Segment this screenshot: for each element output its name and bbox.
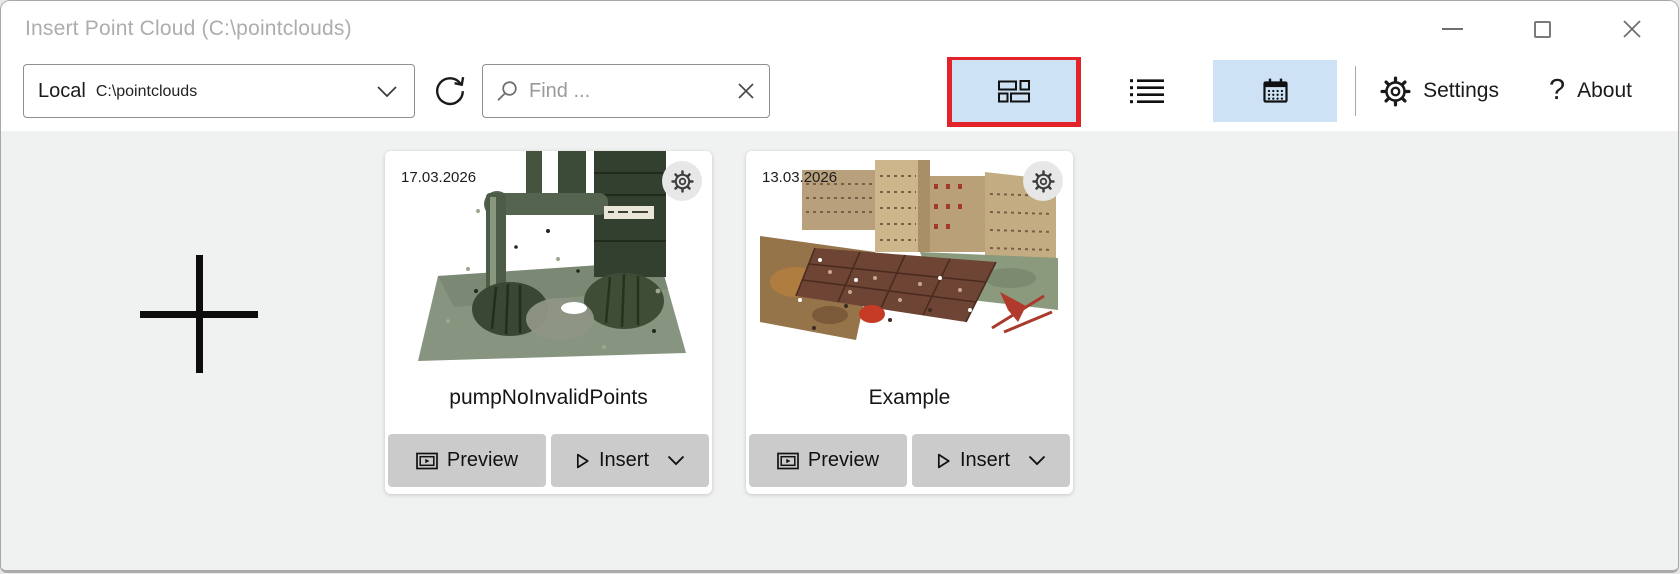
close-button[interactable] [1620, 17, 1644, 41]
window-controls [1440, 1, 1644, 57]
location-dropdown[interactable]: Local C:\pointclouds [23, 64, 415, 118]
gear-icon [671, 170, 694, 193]
question-mark-icon: ? [1549, 76, 1565, 105]
location-path: C:\pointclouds [96, 83, 197, 101]
calendar-view-button[interactable] [1213, 60, 1337, 122]
settings-button[interactable]: Settings [1376, 70, 1503, 113]
card-actions: Preview Insert [388, 434, 709, 487]
chevron-down-icon [667, 455, 685, 466]
chevron-down-icon [376, 85, 398, 98]
minimize-button[interactable] [1440, 17, 1464, 41]
view-mode-buttons [947, 55, 1337, 127]
calendar-view-icon [1261, 77, 1290, 106]
toolbar-divider [1355, 66, 1356, 116]
content-area: 17.03.2026 [1, 131, 1678, 573]
card-title: pumpNoInvalidPoints [385, 386, 712, 410]
gear-icon [1032, 170, 1055, 193]
chevron-down-icon [1028, 455, 1046, 466]
annotation-red-box [947, 55, 1081, 127]
maximize-button[interactable] [1530, 17, 1554, 41]
preview-label: Preview [808, 449, 879, 472]
search-box [482, 64, 770, 118]
card-thumbnail-area: 13.03.2026 [746, 151, 1073, 366]
settings-label: Settings [1423, 79, 1499, 103]
insert-icon [936, 452, 951, 470]
refresh-icon [431, 72, 469, 110]
card-settings-button[interactable] [662, 161, 702, 201]
add-point-cloud-dropzone[interactable] [140, 255, 258, 373]
card-settings-button[interactable] [1023, 161, 1063, 201]
point-cloud-thumbnail-construction-site [760, 160, 1060, 340]
about-label: About [1577, 79, 1632, 103]
preview-label: Preview [447, 449, 518, 472]
refresh-button[interactable] [428, 69, 472, 113]
close-icon [1621, 18, 1643, 40]
insert-label: Insert [599, 449, 649, 472]
preview-button[interactable]: Preview [388, 434, 546, 487]
point-cloud-card-list: 17.03.2026 [385, 151, 1073, 494]
insert-button[interactable]: Insert [551, 434, 709, 487]
card-title: Example [746, 386, 1073, 410]
point-cloud-card: 17.03.2026 [385, 151, 712, 494]
list-view-button[interactable] [1085, 60, 1209, 122]
gear-icon [1380, 76, 1411, 107]
card-date: 13.03.2026 [762, 169, 837, 186]
clear-icon [737, 82, 755, 100]
point-cloud-card: 13.03.2026 [746, 151, 1073, 494]
grid-view-button[interactable] [952, 60, 1076, 122]
maximize-icon [1534, 21, 1551, 38]
preview-icon [416, 452, 438, 470]
location-label: Local [38, 80, 86, 103]
insert-icon [575, 452, 590, 470]
titlebar: Insert Point Cloud (C:\pointclouds) [1, 1, 1678, 57]
window-title: Insert Point Cloud (C:\pointclouds) [25, 17, 352, 41]
search-icon [495, 79, 519, 103]
insert-label: Insert [960, 449, 1010, 472]
search-input[interactable] [529, 80, 735, 103]
insert-button[interactable]: Insert [912, 434, 1070, 487]
card-actions: Preview Insert [749, 434, 1070, 487]
preview-icon [777, 452, 799, 470]
card-thumbnail-area: 17.03.2026 [385, 151, 712, 366]
clear-search-button[interactable] [735, 80, 757, 102]
minimize-icon [1442, 28, 1463, 30]
card-date: 17.03.2026 [401, 169, 476, 186]
grid-view-icon [997, 79, 1031, 103]
preview-button[interactable]: Preview [749, 434, 907, 487]
plus-icon [140, 255, 258, 373]
toolbar: Local C:\pointclouds [1, 57, 1678, 131]
about-button[interactable]: ? About [1545, 71, 1636, 112]
insert-point-cloud-window: Insert Point Cloud (C:\pointclouds) Loca… [0, 0, 1679, 573]
list-view-icon [1129, 77, 1165, 105]
